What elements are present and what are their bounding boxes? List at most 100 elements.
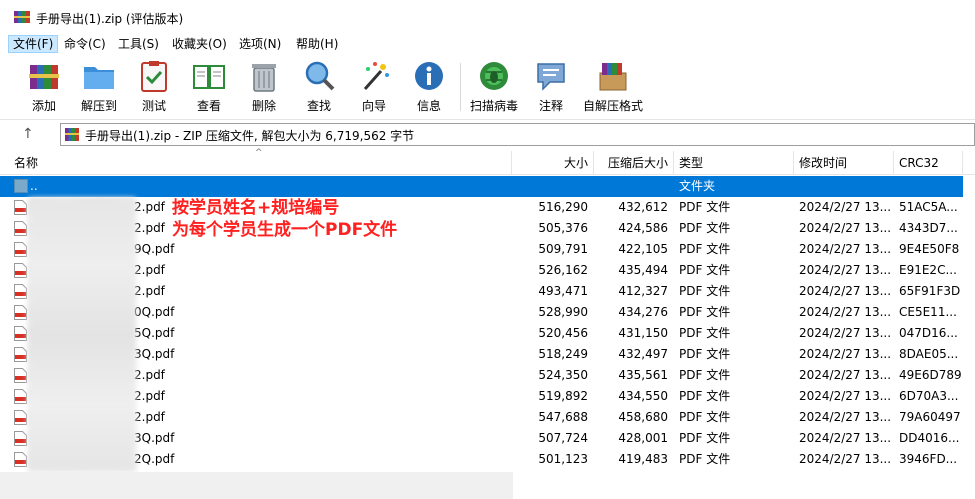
empty-area [0,472,513,499]
winrar-app-icon [14,11,30,23]
file-row[interactable]: 9Q.pdf 509,791 422,105 PDF 文件 2024/2/27 13..… [0,239,963,260]
column-divider[interactable] [793,151,794,175]
file-row[interactable]: 5Q.pdf 520,456 431,150 PDF 文件 2024/2/27 13..… [0,323,963,344]
pdf-file-icon [14,242,27,257]
col-modified-header[interactable]: 修改时间 [799,151,847,175]
comment-button[interactable]: 注释 [526,59,576,117]
row-name-suffix: 2.pdf [134,221,165,235]
column-divider[interactable] [962,151,963,175]
row-modified: 2024/2/27 13... [799,305,892,319]
menu-tools[interactable]: 工具(S) [114,35,163,53]
file-row[interactable]: 2.pdf 519,892 434,550 PDF 文件 2024/2/27 13...… [0,386,963,407]
view-label: 查看 [196,99,221,113]
row-size: 520,456 [538,326,588,340]
row-type: PDF 文件 [679,221,731,235]
col-crc-header[interactable]: CRC32 [899,151,939,175]
row-modified: 2024/2/27 13... [799,284,892,298]
file-list: .. 文件夹 2.pdf 516,290 432,612 PDF 文件 2024/2/2… [0,176,975,476]
row-size: 547,688 [538,410,588,424]
row-crc: 9E4E50F8 [899,242,960,256]
row-type: PDF 文件 [679,347,731,361]
menu-options[interactable]: 选项(N) [235,35,285,53]
add-button[interactable]: 添加 [19,59,69,117]
col-size-header[interactable]: 大小 [512,151,588,175]
address-field[interactable]: 手册导出(1).zip - ZIP 压缩文件, 解包大小为 6,719,562 … [60,123,975,146]
file-row[interactable]: 2Q.pdf 501,123 419,483 PDF 文件 2024/2/27 13..… [0,449,963,470]
file-row[interactable]: 2.pdf 547,688 458,680 PDF 文件 2024/2/27 13...… [0,407,963,428]
row-size: 526,162 [538,263,588,277]
wizard-button[interactable]: 向导 [349,59,399,117]
row-crc: E91E2C... [899,263,957,277]
parent-folder-row[interactable]: .. 文件夹 [0,176,963,197]
row-size: 493,471 [538,284,588,298]
row-crc: 49E6D789 [899,368,962,382]
row-modified: 2024/2/27 13... [799,389,892,403]
file-row[interactable]: 2.pdf 526,162 435,494 PDF 文件 2024/2/27 13...… [0,260,963,281]
file-row[interactable]: 0Q.pdf 528,990 434,276 PDF 文件 2024/2/27 13..… [0,302,963,323]
menu-help[interactable]: 帮助(H) [292,35,342,53]
extract-to-button[interactable]: 解压到 [74,59,124,117]
row-name-suffix: 2.pdf [134,284,165,298]
winrar-window: 手册导出(1).zip (评估版本) 文件(F) 命令(C) 工具(S) 收藏夹… [0,0,975,499]
annotation-line-2: 为每个学员生成一个PDF文件 [172,220,398,240]
open-book-icon [193,65,225,89]
row-type: PDF 文件 [679,200,731,214]
row-size: 528,990 [538,305,588,319]
info-button[interactable]: 信息 [404,59,454,117]
row-packed: 434,550 [618,389,668,403]
up-arrow-icon[interactable]: ↑ [22,126,36,142]
row-packed: 412,327 [618,284,668,298]
row-size: 524,350 [538,368,588,382]
annotation-line-1: 按学员姓名+规培编号 [172,198,340,218]
col-type-header[interactable]: 类型 [679,151,703,175]
row-packed: 424,586 [618,221,668,235]
row-type: PDF 文件 [679,431,731,445]
folder-extract-icon [84,67,114,89]
column-divider[interactable] [893,151,894,175]
column-divider[interactable] [673,151,674,175]
menu-bar: 文件(F) 命令(C) 工具(S) 收藏夹(O) 选项(N) 帮助(H) [0,34,975,54]
find-button[interactable]: 查找 [294,59,344,117]
menu-favorites[interactable]: 收藏夹(O) [168,35,231,53]
file-row[interactable]: 3Q.pdf 507,724 428,001 PDF 文件 2024/2/27 13..… [0,428,963,449]
row-crc: 8DAE05... [899,347,959,361]
row-size: 509,791 [538,242,588,256]
find-label: 查找 [306,99,331,113]
row-name-suffix: 2.pdf [134,389,165,403]
col-packed-header[interactable]: 压缩后大小 [594,151,668,175]
menu-command[interactable]: 命令(C) [60,35,110,53]
comment-icon [537,63,565,91]
test-button[interactable]: 测试 [129,59,179,117]
row-packed: 435,561 [618,368,668,382]
row-packed: 431,150 [618,326,668,340]
row-type: PDF 文件 [679,410,731,424]
file-row[interactable]: 2.pdf 524,350 435,561 PDF 文件 2024/2/27 13...… [0,365,963,386]
clipboard-check-icon [141,61,167,92]
row-crc: 79A60497 [899,410,961,424]
view-button[interactable]: 查看 [184,59,234,117]
menu-file[interactable]: 文件(F) [8,35,59,53]
delete-button[interactable]: 删除 [239,59,289,117]
row-crc: CE5E11... [899,305,957,319]
wizard-label: 向导 [361,99,386,113]
file-row[interactable]: 2.pdf 493,471 412,327 PDF 文件 2024/2/27 13...… [0,281,963,302]
row-packed: 422,105 [618,242,668,256]
file-row[interactable]: 2.pdf 516,290 432,612 PDF 文件 2024/2/27 13...… [0,197,963,218]
file-row[interactable]: 3Q.pdf 518,249 432,497 PDF 文件 2024/2/27 13..… [0,344,963,365]
pdf-file-icon [14,410,27,425]
pdf-file-icon [14,431,27,446]
test-label: 测试 [141,99,166,113]
row-name-suffix: 2.pdf [134,368,165,382]
col-name-header[interactable]: 名称 [14,151,38,175]
row-modified: 2024/2/27 13... [799,263,892,277]
scan-virus-button[interactable]: 扫描病毒 [469,59,519,117]
magic-wand-icon [363,62,389,90]
row-modified: 2024/2/27 13... [799,242,892,256]
row-name-suffix: 2.pdf [134,263,165,277]
row-packed: 435,494 [618,263,668,277]
sfx-button[interactable]: 自解压格式 [583,59,643,117]
file-row[interactable]: 2.pdf 505,376 424,586 PDF 文件 2024/2/27 13...… [0,218,963,239]
row-modified: 2024/2/27 13... [799,221,892,235]
row-name: .. [30,179,38,193]
toolbar: 添加 解压到 测试 查看 删除 查找 向导 信息 扫描病毒 注释 自解压格式 [0,55,975,119]
